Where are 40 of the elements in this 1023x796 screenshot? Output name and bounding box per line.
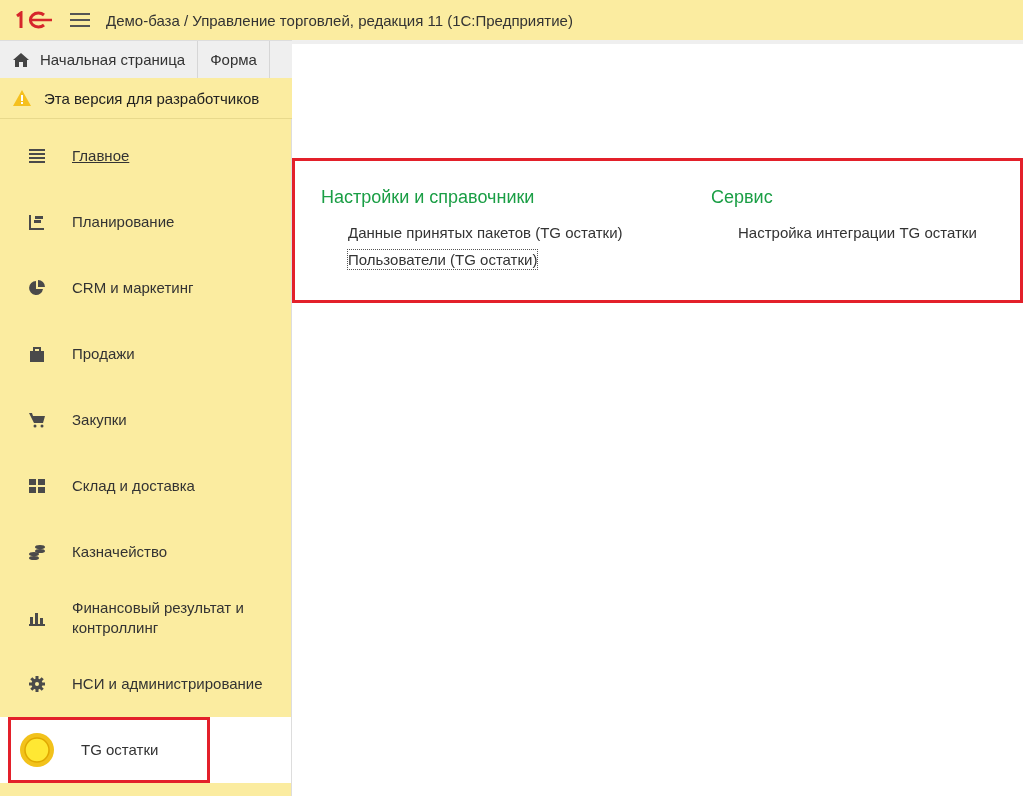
list-icon (28, 147, 46, 165)
home-icon (12, 51, 30, 68)
section-title: Настройки и справочники (321, 187, 536, 208)
sidebar-item[interactable]: CRM и маркетинг (0, 255, 291, 321)
window-title: Демо-база / Управление торговлей, редакция 11 (1С:Предприятие) (106, 11, 573, 29)
sidebar-item[interactable]: Главное (0, 123, 291, 189)
sidebar-item[interactable]: Продажи (0, 321, 291, 387)
warning-text: Эта версия для разработчиков (44, 89, 260, 107)
menu-link[interactable]: Данные принятых пакетов (TG остатки) (347, 222, 624, 243)
sidebar-item-label: Планирование (72, 212, 175, 232)
grid-icon (28, 477, 46, 495)
sidebar-item-label: CRM и маркетинг (72, 278, 194, 298)
chart-icon (28, 213, 46, 231)
sidebar-item-label: НСИ и администрирование (72, 674, 263, 694)
sidebar-item-label: Казначейство (72, 542, 168, 562)
sidebar-item[interactable]: Склад и доставка (0, 453, 291, 519)
sidebar-item[interactable]: Планирование (0, 189, 291, 255)
menu-link[interactable]: Пользователи (TG остатки) (347, 249, 539, 270)
bag-icon (28, 345, 46, 363)
logo-icon (14, 11, 54, 29)
sidebar-item-label: TG остатки (81, 740, 159, 760)
settings-icon (28, 675, 46, 693)
sidebar-item-label: Закупки (72, 410, 127, 430)
pie-chart-icon (28, 279, 46, 297)
sidebar-item-label: Финансовый результат и контроллинг (72, 598, 245, 638)
sidebar-item[interactable]: Закупки (0, 387, 291, 453)
cart-icon (28, 411, 46, 429)
sidebar-item[interactable]: Финансовый результат и контроллинг (0, 585, 291, 651)
section-title: Сервис (711, 187, 774, 208)
sidebar-item-label: Главное (72, 146, 130, 166)
menu-icon[interactable] (70, 12, 90, 28)
sidebar-item-label: Продажи (72, 344, 135, 364)
menu-link[interactable]: Настройка интеграции TG остатки (737, 222, 978, 243)
sidebar-item[interactable]: Казначейство (0, 519, 291, 585)
sidebar-item[interactable]: НСИ и администрирование (0, 651, 291, 717)
coin-icon (19, 732, 55, 768)
sidebar-item[interactable]: TG остатки (0, 717, 291, 783)
coins-icon (28, 543, 46, 561)
warning-icon (12, 89, 32, 107)
sidebar-item-label: Склад и доставка (72, 476, 195, 496)
